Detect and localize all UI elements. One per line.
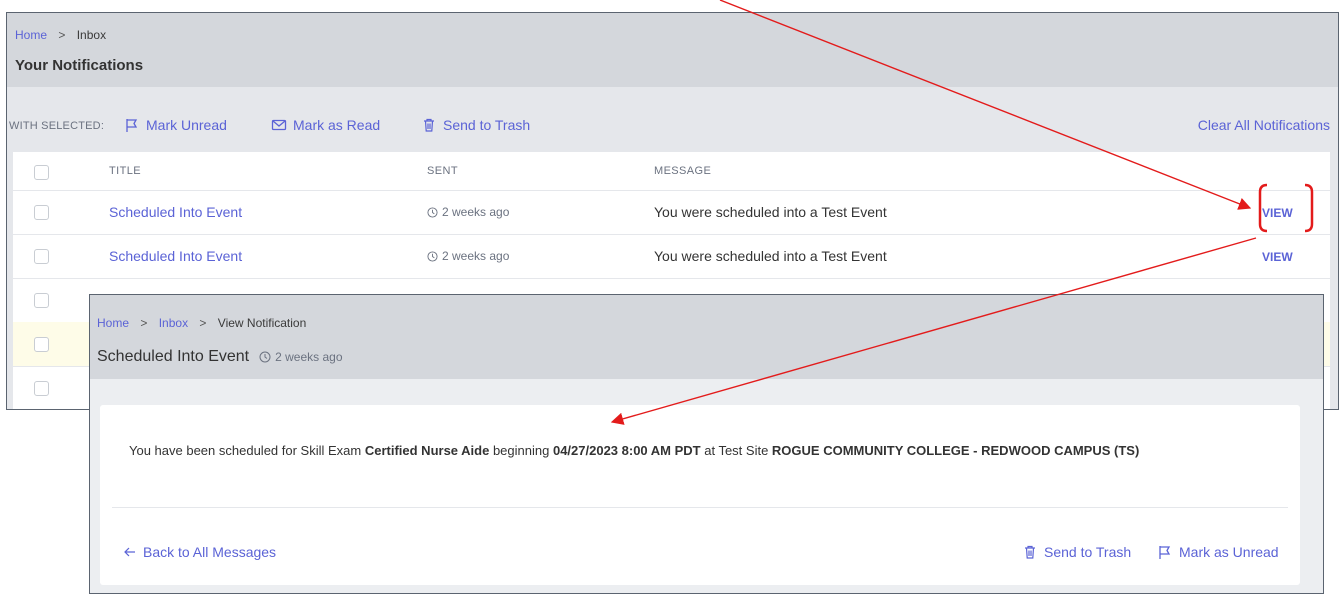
arrow-left-icon bbox=[124, 547, 135, 557]
breadcrumb-inbox-link[interactable]: Inbox bbox=[159, 316, 188, 330]
notification-header: Home > Inbox > View Notification Schedul… bbox=[90, 295, 1323, 379]
message-cell: You were scheduled into a Test Event bbox=[654, 204, 887, 220]
mark-as-read-button[interactable]: Mark as Read bbox=[271, 117, 380, 133]
page-title: Your Notifications bbox=[15, 57, 144, 74]
divider bbox=[112, 507, 1288, 508]
send-to-trash-button[interactable]: Send to Trash bbox=[1022, 544, 1131, 560]
notification-title: Scheduled Into Event bbox=[97, 348, 250, 365]
message-cell: You were scheduled into a Test Event bbox=[654, 248, 887, 264]
column-header-sent: SENT bbox=[427, 165, 458, 177]
table-row[interactable]: Scheduled Into Event 2 weeks ago You wer… bbox=[13, 190, 1330, 235]
with-selected-label: WITH SELECTED: bbox=[9, 120, 105, 132]
breadcrumb-separator: > bbox=[140, 316, 148, 330]
trash-icon bbox=[424, 118, 434, 132]
sent-cell: 2 weeks ago bbox=[427, 249, 509, 263]
message-text: You have been scheduled for Skill Exam bbox=[129, 443, 365, 458]
breadcrumb: Home > Inbox bbox=[15, 28, 106, 42]
row-checkbox[interactable] bbox=[34, 293, 49, 308]
breadcrumb-current: Inbox bbox=[76, 28, 107, 42]
sent-time: 2 weeks ago bbox=[442, 249, 510, 263]
notification-title-link[interactable]: Scheduled Into Event bbox=[109, 204, 242, 220]
view-link[interactable]: VIEW bbox=[1262, 206, 1293, 220]
breadcrumb-separator: > bbox=[199, 316, 207, 330]
trash-icon bbox=[1025, 545, 1035, 559]
clear-all-notifications-link[interactable]: Clear All Notifications bbox=[1198, 117, 1330, 133]
view-link[interactable]: VIEW bbox=[1262, 250, 1293, 264]
back-to-all-messages-link[interactable]: Back to All Messages bbox=[123, 544, 276, 560]
mark-as-unread-label: Mark as Unread bbox=[1179, 544, 1279, 560]
notification-sent: 2 weeks ago bbox=[259, 350, 343, 364]
send-to-trash-label: Send to Trash bbox=[443, 117, 531, 133]
mark-unread-label: Mark Unread bbox=[146, 117, 227, 133]
breadcrumb-separator: > bbox=[58, 28, 66, 42]
flag-icon bbox=[1159, 546, 1171, 559]
inbox-header: Home > Inbox Your Notifications bbox=[7, 13, 1338, 87]
column-header-title: TITLE bbox=[109, 165, 141, 177]
clock-icon bbox=[259, 351, 271, 363]
notification-title-row: Scheduled Into Event 2 weeks ago bbox=[97, 348, 343, 366]
table-header-row: TITLE SENT MESSAGE bbox=[13, 152, 1330, 191]
column-header-message: MESSAGE bbox=[654, 165, 712, 177]
sent-time: 2 weeks ago bbox=[275, 350, 343, 364]
view-notification-screenshot: Home > Inbox > View Notification Schedul… bbox=[89, 294, 1324, 594]
message-text: beginning bbox=[489, 443, 553, 458]
exam-datetime: 04/27/2023 8:00 AM PDT bbox=[552, 443, 701, 458]
breadcrumb-current: View Notification bbox=[217, 316, 307, 330]
sent-cell: 2 weeks ago bbox=[427, 205, 509, 219]
row-checkbox[interactable] bbox=[34, 249, 49, 264]
back-link-label: Back to All Messages bbox=[143, 544, 277, 560]
clock-icon bbox=[427, 206, 438, 218]
sent-time: 2 weeks ago bbox=[442, 205, 510, 219]
mark-unread-button[interactable]: Mark Unread bbox=[124, 117, 227, 133]
breadcrumb: Home > Inbox > View Notification bbox=[97, 316, 306, 330]
message-text: at Test Site bbox=[700, 443, 772, 458]
table-row[interactable]: Scheduled Into Event 2 weeks ago You wer… bbox=[13, 234, 1330, 279]
notification-card: You have been scheduled for Skill Exam C… bbox=[100, 405, 1300, 585]
breadcrumb-home-link[interactable]: Home bbox=[15, 28, 47, 42]
bulk-toolbar: WITH SELECTED: Mark Unread Mark as Read … bbox=[7, 115, 1338, 141]
breadcrumb-home-link[interactable]: Home bbox=[97, 316, 129, 330]
notification-title-link[interactable]: Scheduled Into Event bbox=[109, 248, 242, 264]
select-all-checkbox[interactable] bbox=[34, 165, 49, 180]
row-checkbox[interactable] bbox=[34, 381, 49, 396]
row-checkbox[interactable] bbox=[34, 337, 49, 352]
mark-as-read-label: Mark as Read bbox=[293, 117, 381, 133]
mark-as-unread-button[interactable]: Mark as Unread bbox=[1157, 544, 1279, 560]
notification-message: You have been scheduled for Skill Exam C… bbox=[129, 443, 1139, 458]
row-checkbox[interactable] bbox=[34, 205, 49, 220]
flag-icon bbox=[126, 119, 138, 132]
clock-icon bbox=[427, 250, 438, 262]
envelope-icon bbox=[271, 119, 287, 131]
send-to-trash-button[interactable]: Send to Trash bbox=[421, 117, 530, 133]
exam-name: Certified Nurse Aide bbox=[364, 443, 490, 458]
send-to-trash-label: Send to Trash bbox=[1044, 544, 1132, 560]
test-site-name: ROGUE COMMUNITY COLLEGE - REDWOOD CAMPUS… bbox=[771, 443, 1140, 458]
